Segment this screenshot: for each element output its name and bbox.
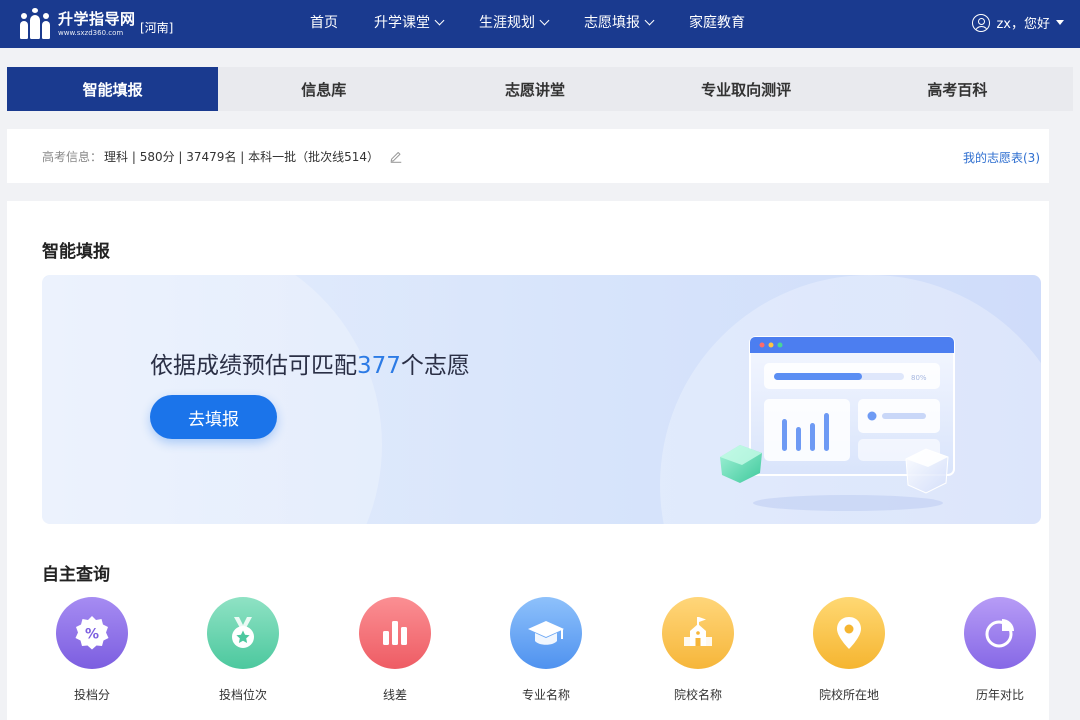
tool-label: 院校名称 — [673, 688, 722, 702]
nav-item-label: 首页 — [310, 15, 338, 31]
user-avatar-icon — [972, 13, 991, 32]
tool-yearly-comparison[interactable]: 历年对比 — [950, 597, 1050, 703]
exam-info-value: 理科 | 580分 | 37479名 | 本科一批（批次线514） — [104, 149, 380, 164]
nav-item-home[interactable]: 首页 — [310, 0, 338, 44]
top-navigation-bar: 升学指导网 www.sxzd360.com [河南] 首页 升学课堂 生涯规划 … — [0, 0, 1080, 48]
progress-label: 80% — [911, 374, 927, 382]
location-pin-icon — [813, 597, 885, 669]
nav-item-label: 家庭教育 — [689, 15, 745, 31]
tool-admission-rank[interactable]: 投档位次 — [193, 597, 293, 703]
dashboard-illustration: 80% — [720, 336, 955, 511]
nav-item-career-planning[interactable]: 生涯规划 — [479, 0, 550, 44]
chevron-down-icon — [539, 15, 550, 25]
section-title-smart-fill: 智能填报 — [42, 242, 110, 262]
svg-text:%: % — [85, 627, 99, 643]
tool-label: 线差 — [382, 688, 407, 702]
tool-label: 投档位次 — [218, 688, 267, 702]
user-menu[interactable]: zx，您好 — [972, 13, 1064, 32]
tool-label: 历年对比 — [975, 688, 1024, 702]
pie-chart-icon — [964, 597, 1036, 669]
section-title-self-query: 自主查询 — [42, 565, 110, 585]
exam-info-bar: 高考信息： 理科 | 580分 | 37479名 | 本科一批（批次线514） … — [7, 129, 1049, 183]
chevron-down-icon — [644, 15, 655, 25]
tab-smart-fill[interactable]: 智能填报 — [7, 67, 219, 111]
tool-admission-score[interactable]: % 投档分 — [42, 597, 142, 703]
edit-pencil-icon[interactable] — [389, 149, 403, 163]
main-nav: 首页 升学课堂 生涯规划 志愿填报 家庭教育 — [310, 0, 781, 48]
tab-encyclopedia[interactable]: 高考百科 — [852, 67, 1063, 111]
main-panel: 智能填报 依据成绩预估可匹配377个志愿 去填报 80% 自主查询 % 投档分 … — [7, 201, 1049, 720]
exam-info-label: 高考信息： — [42, 149, 103, 164]
graduation-cap-icon — [510, 597, 582, 669]
logo-people-icon — [18, 8, 52, 39]
tool-score-difference[interactable]: 线差 — [345, 597, 445, 703]
smart-fill-banner: 依据成绩预估可匹配377个志愿 去填报 80% — [42, 275, 1041, 524]
bar-chart-icon — [359, 597, 431, 669]
nav-item-label: 生涯规划 — [479, 15, 535, 31]
tool-major-name[interactable]: 专业名称 — [496, 597, 596, 703]
tool-label: 专业名称 — [521, 688, 570, 702]
tab-lecture[interactable]: 志愿讲堂 — [429, 67, 640, 111]
nav-item-label: 志愿填报 — [584, 15, 640, 31]
tool-college-name[interactable]: 院校名称 — [648, 597, 748, 703]
my-application-list-link[interactable]: 我的志愿表(3) — [963, 149, 1040, 166]
site-logo[interactable]: 升学指导网 www.sxzd360.com — [18, 8, 136, 40]
nav-item-family-education[interactable]: 家庭教育 — [689, 0, 745, 44]
nav-item-classroom[interactable]: 升学课堂 — [374, 0, 445, 44]
chevron-down-icon — [434, 15, 445, 25]
nav-item-label: 升学课堂 — [374, 15, 430, 31]
match-count: 377 — [357, 353, 401, 379]
tab-major-assessment[interactable]: 专业取向测评 — [641, 67, 852, 111]
tab-database[interactable]: 信息库 — [218, 67, 429, 111]
tool-label: 院校所在地 — [818, 688, 879, 702]
tool-college-location[interactable]: 院校所在地 — [799, 597, 899, 703]
sub-tabs: 智能填报 信息库 志愿讲堂 专业取向测评 高考百科 — [7, 67, 1073, 111]
percent-badge-icon: % — [56, 597, 128, 669]
school-building-icon — [662, 597, 734, 669]
logo-name: 升学指导网 — [58, 9, 136, 28]
logo-url: www.sxzd360.com — [58, 28, 124, 37]
caret-down-icon — [1056, 20, 1064, 25]
region-selector[interactable]: [河南] — [140, 19, 173, 36]
tool-label: 投档分 — [73, 688, 110, 702]
go-fill-button[interactable]: 去填报 — [150, 395, 277, 439]
self-query-tools: % 投档分 投档位次 线差 专业名称 院校名称 院校所在地 历年对比 — [42, 597, 1042, 707]
nav-item-application[interactable]: 志愿填报 — [584, 0, 655, 44]
medal-icon — [207, 597, 279, 669]
banner-headline: 依据成绩预估可匹配377个志愿 — [150, 353, 470, 379]
user-greeting: zx，您好 — [996, 17, 1050, 32]
